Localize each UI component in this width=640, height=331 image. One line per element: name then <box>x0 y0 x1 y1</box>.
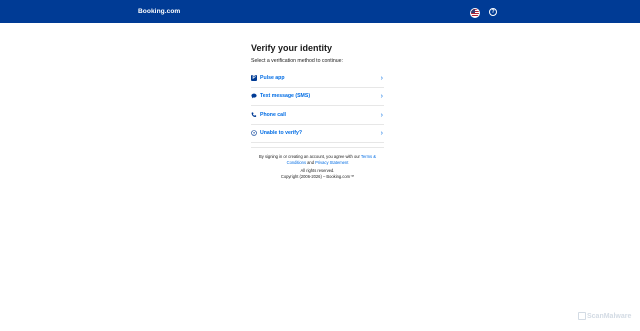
legal-footer: By signing in or creating an account, yo… <box>251 147 384 180</box>
agreement-text: By signing in or creating an account, yo… <box>251 154 384 166</box>
option-label: Unable to verify? <box>260 130 303 137</box>
chevron-right-icon: › <box>380 93 383 100</box>
agreement-and: and <box>306 160 316 165</box>
svg-text:?: ? <box>253 131 256 136</box>
option-phone-call[interactable]: Phone call › <box>251 106 384 125</box>
chevron-right-icon: › <box>380 74 383 82</box>
option-label: Text message (SMS) <box>260 93 311 100</box>
option-label: Phone call <box>260 111 286 118</box>
chevron-right-icon: › <box>380 130 383 137</box>
pulse-app-icon: P <box>251 74 257 81</box>
scan-icon <box>578 312 586 321</box>
option-pulse-app[interactable]: P Pulse app › <box>251 69 384 88</box>
scanmalware-watermark: ScanMalware <box>578 312 631 321</box>
privacy-link[interactable]: Privacy Statement <box>315 160 348 165</box>
verify-panel: Verify your identity Select a verificati… <box>251 42 384 143</box>
page-title: Verify your identity <box>251 43 333 53</box>
question-circle-icon[interactable]: ? <box>489 8 497 16</box>
top-header: Booking.com ? <box>0 0 640 23</box>
chevron-right-icon: › <box>380 111 383 119</box>
phone-icon <box>251 112 257 118</box>
question-circle-icon: ? <box>251 130 257 137</box>
watermark-text: ScanMalware <box>587 313 632 320</box>
chat-bubble-icon <box>251 93 257 99</box>
verification-options: P Pulse app › Text message (SMS) › Phone… <box>251 69 384 143</box>
option-text-message[interactable]: Text message (SMS) › <box>251 88 384 106</box>
copyright-text: Copyright (2006-2026) – Booking.com™ <box>280 174 355 179</box>
agreement-prefix: By signing in or creating an account, yo… <box>259 154 361 159</box>
booking-logo[interactable]: Booking.com <box>138 6 180 17</box>
option-label: Pulse app <box>260 74 285 81</box>
page-subtitle: Select a verification method to continue… <box>251 58 343 64</box>
option-unable-to-verify[interactable]: ? Unable to verify? › <box>251 125 384 143</box>
us-flag-icon[interactable] <box>470 8 480 18</box>
